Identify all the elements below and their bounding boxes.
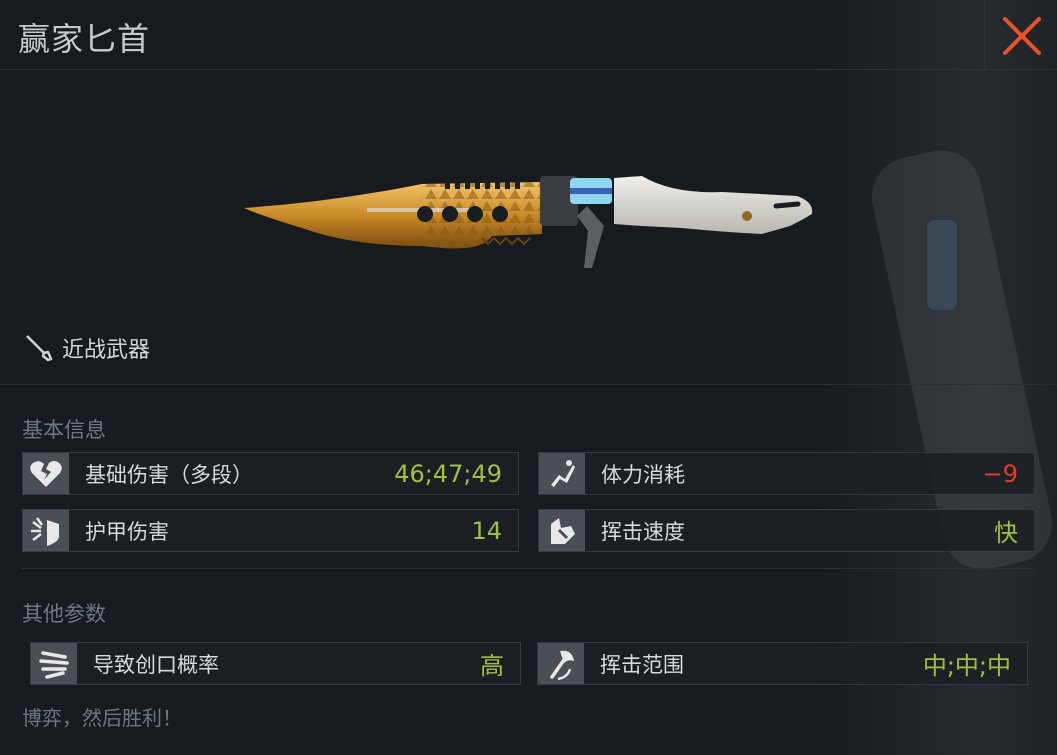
- axe-range-icon: [550, 650, 574, 680]
- stamina-icon: [551, 459, 575, 487]
- weapon-motto: 博弈，然后胜利！: [22, 706, 182, 730]
- broken-heart-icon: [30, 460, 62, 487]
- close-button[interactable]: [984, 0, 1057, 70]
- stat-value: 46;47;49: [394, 459, 502, 488]
- stat-label: 护甲伤害: [85, 519, 169, 544]
- stat-value: −9: [982, 459, 1018, 488]
- page-title: 赢家匕首: [18, 20, 151, 58]
- stat-armor-damage: 护甲伤害 14: [22, 509, 519, 552]
- stat-label: 体力消耗: [601, 462, 685, 487]
- stat-value: 快: [994, 519, 1018, 547]
- stat-base-damage: 基础伤害（多段） 46;47;49: [22, 452, 519, 495]
- stat-label: 挥击范围: [600, 652, 684, 677]
- stat-wound-chance: 导致创口概率 高: [30, 642, 521, 685]
- section-title-basic: 基本信息: [22, 418, 106, 442]
- knife-icon: [26, 335, 53, 362]
- stat-label: 基础伤害（多段）: [85, 462, 253, 487]
- stat-label: 导致创口概率: [93, 652, 219, 677]
- stat-swing-range: 挥击范围 中;中;中: [537, 642, 1028, 685]
- header-bar: 赢家匕首: [0, 0, 1057, 70]
- weapon-category: 近战武器: [24, 332, 150, 364]
- swing-speed-icon: [551, 517, 575, 544]
- armor-break-icon: [31, 516, 59, 546]
- knife-image: [244, 176, 813, 268]
- stat-value: 14: [471, 516, 502, 545]
- weapon-preview: [0, 71, 1057, 385]
- category-label: 近战武器: [62, 338, 151, 363]
- wound-icon: [39, 650, 69, 679]
- section-title-other: 其他参数: [22, 602, 106, 626]
- stat-label: 挥击速度: [601, 519, 685, 544]
- close-icon: [1003, 17, 1041, 55]
- stat-stamina-cost: 体力消耗 −9: [538, 452, 1035, 495]
- stat-value: 中;中;中: [922, 652, 1011, 680]
- section-divider: [22, 568, 1034, 569]
- stat-value: 高: [480, 652, 504, 680]
- stat-swing-speed: 挥击速度 快: [538, 509, 1035, 552]
